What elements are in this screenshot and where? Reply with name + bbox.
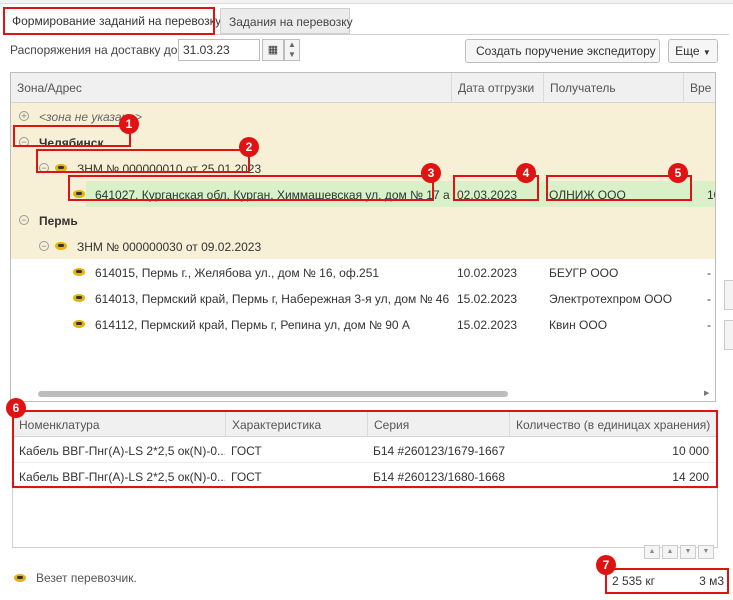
address-label: 614112, Пермский край, Пермь г, Репина у…	[95, 318, 410, 332]
expand-icon[interactable]: +	[19, 111, 29, 121]
highlight-goods	[12, 410, 718, 488]
delivery-time: -	[707, 292, 711, 306]
chevron-down-icon: ▼	[702, 48, 711, 57]
zone-row[interactable]: − Пермь	[11, 207, 715, 233]
tab-transport-tasks[interactable]: Задания на перевозку	[220, 8, 353, 34]
side-handle[interactable]	[724, 280, 733, 310]
up-icon[interactable]: ▲	[662, 545, 678, 559]
highlight-address	[68, 175, 434, 201]
truck-icon	[73, 268, 85, 276]
col-recipient[interactable]: Получатель	[543, 73, 683, 103]
date-spinner[interactable]: ▲ ▼	[284, 39, 300, 61]
address-row[interactable]: 614112, Пермский край, Пермь г, Репина у…	[11, 311, 715, 337]
ship-date: 15.02.2023	[457, 292, 518, 306]
carrier-note: Везет перевозчик.	[36, 571, 137, 585]
badge-1: 1	[119, 114, 139, 134]
side-handle[interactable]	[724, 320, 733, 350]
address-label: 614015, Пермь г., Желябова ул., дом № 16…	[95, 266, 380, 280]
badge-5: 5	[668, 163, 688, 183]
calendar-icon[interactable]: ▦	[262, 39, 284, 61]
highlight-order	[36, 149, 250, 173]
orders-grid[interactable]: Зона/Адрес Дата отгрузки Получатель Вре …	[10, 72, 716, 402]
spin-down-icon[interactable]: ▼	[285, 50, 299, 60]
address-label: 614013, Пермский край, Пермь г, Набережн…	[95, 292, 451, 306]
col-zone-address[interactable]: Зона/Адрес	[11, 73, 451, 103]
highlight-zone	[13, 125, 131, 147]
last-icon[interactable]: ▼	[698, 545, 714, 559]
truck-icon	[73, 320, 85, 328]
horizontal-scrollbar[interactable]	[20, 389, 712, 399]
badge-4: 4	[516, 163, 536, 183]
badge-7: 7	[596, 555, 616, 575]
truck-icon	[14, 574, 26, 582]
ship-date: 15.02.2023	[457, 318, 518, 332]
first-icon[interactable]: ▲	[644, 545, 660, 559]
delivery-time: -	[707, 266, 711, 280]
create-forwarder-order-button[interactable]: Создать поручение экспедитору	[465, 39, 660, 63]
scroll-right-icon[interactable]: ▶	[704, 389, 709, 397]
badge-2: 2	[239, 137, 259, 157]
goods-empty-area	[12, 488, 718, 548]
delivery-date-input[interactable]: 31.03.23	[178, 39, 260, 61]
spin-up-icon[interactable]: ▲	[285, 40, 299, 50]
window-top-edge	[0, 0, 733, 4]
down-icon[interactable]: ▼	[680, 545, 696, 559]
order-label: ЗНМ № 000000030 от 09.02.2023	[77, 240, 262, 254]
badge-6: 6	[6, 398, 26, 418]
zone-label: Пермь	[39, 214, 78, 228]
collapse-icon[interactable]: −	[19, 215, 29, 225]
col-ship-date[interactable]: Дата отгрузки	[451, 73, 543, 103]
recipient: Электротехпром ООО	[549, 292, 673, 306]
truck-icon	[73, 294, 85, 302]
address-row[interactable]: 614013, Пермский край, Пермь г, Набережн…	[11, 285, 715, 311]
recipient: Квин ООО	[549, 318, 608, 332]
filter-label: Распоряжения на доставку до:	[10, 43, 181, 57]
more-button-label: Еще	[675, 44, 700, 58]
highlight-tab	[3, 7, 215, 35]
address-row[interactable]: 614015, Пермь г., Желябова ул., дом № 16…	[11, 259, 715, 285]
col-time[interactable]: Вре	[683, 73, 715, 103]
badge-3: 3	[421, 163, 441, 183]
order-row[interactable]: − ЗНМ № 000000030 от 09.02.2023	[11, 233, 715, 259]
highlight-totals	[605, 568, 729, 594]
collapse-icon[interactable]: −	[39, 241, 49, 251]
delivery-time: -	[707, 318, 711, 332]
scroll-thumb[interactable]	[38, 391, 508, 397]
ship-date: 10.02.2023	[457, 266, 518, 280]
recipient: БЕУГР ООО	[549, 266, 619, 280]
truck-icon	[55, 242, 67, 250]
more-button[interactable]: Еще ▼	[668, 39, 718, 63]
grid-header: Зона/Адрес Дата отгрузки Получатель Вре	[11, 73, 715, 103]
delivery-time: 10:0	[707, 188, 715, 202]
